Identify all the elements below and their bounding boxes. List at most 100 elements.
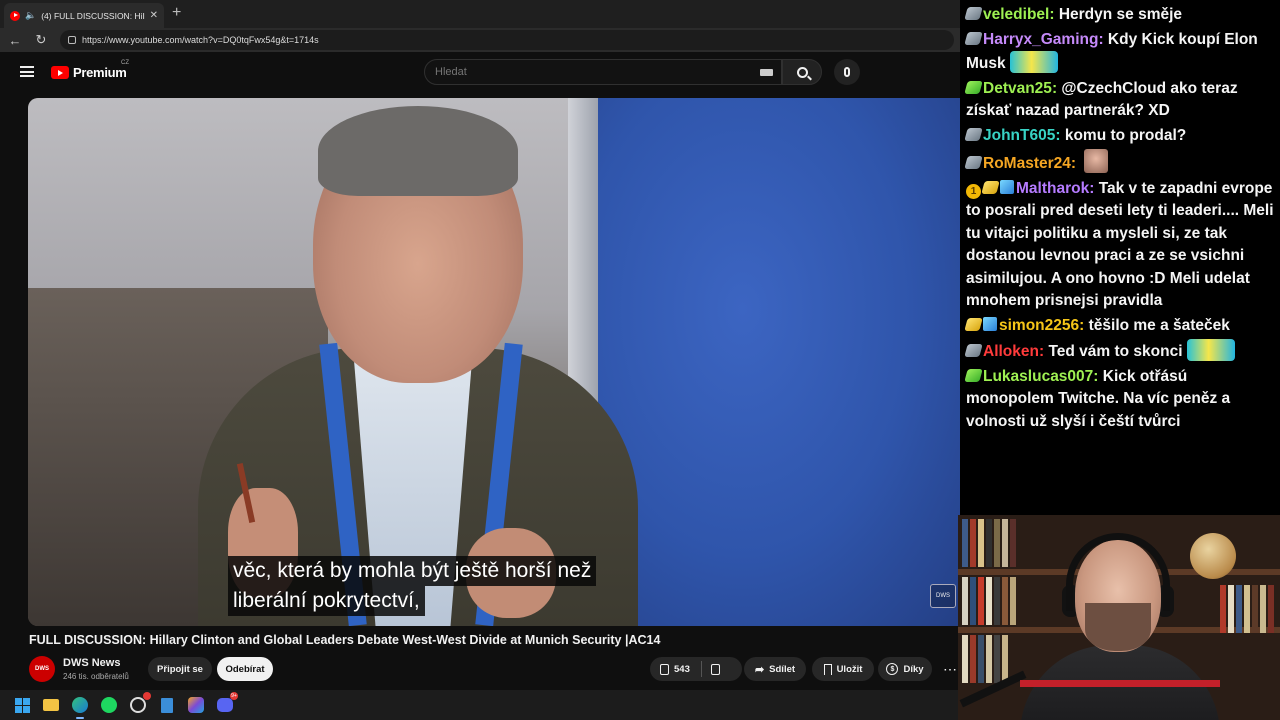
headphones bbox=[1066, 533, 1170, 611]
tab-title: (4) FULL DISCUSSION: Hillary bbox=[41, 10, 145, 21]
speaker-icon[interactable]: 🔈 bbox=[25, 10, 36, 21]
youtube-logo[interactable]: Premium CZ bbox=[51, 60, 129, 80]
edge-button[interactable] bbox=[70, 695, 90, 719]
channel-name[interactable]: DWS News bbox=[63, 657, 120, 669]
chat-username[interactable]: JohnT605 bbox=[983, 127, 1055, 144]
join-button[interactable]: Připojit se bbox=[148, 657, 212, 681]
like-dislike-group: 543 bbox=[650, 657, 742, 681]
grey-badge-icon bbox=[964, 31, 983, 45]
coin-badge-icon: 1 bbox=[966, 183, 981, 199]
chat-username[interactable]: RoMaster24 bbox=[983, 155, 1071, 172]
chat-colon: : bbox=[1079, 316, 1089, 334]
reload-icon[interactable]: ↻ bbox=[34, 32, 48, 48]
chat-text: Tak v te zapadni evrope to posrali pred … bbox=[966, 179, 1274, 310]
notepad-icon bbox=[161, 697, 173, 713]
notification-dot bbox=[143, 692, 151, 700]
site-info-icon[interactable] bbox=[68, 36, 76, 44]
dislike-icon[interactable] bbox=[710, 663, 720, 675]
bookshelf bbox=[962, 519, 1016, 567]
start-button[interactable] bbox=[12, 695, 32, 715]
youtube-play-icon bbox=[51, 66, 69, 79]
thanks-button[interactable]: $ Díky bbox=[878, 657, 932, 681]
chat-message: RoMaster24: bbox=[964, 149, 1274, 176]
voice-search-button[interactable] bbox=[834, 59, 860, 85]
copilot-button[interactable] bbox=[186, 695, 206, 715]
like-count[interactable]: 543 bbox=[674, 664, 690, 675]
like-icon[interactable] bbox=[660, 663, 669, 675]
chat-username[interactable]: Detvan25 bbox=[983, 80, 1052, 97]
share-button[interactable]: ➦ Sdílet bbox=[744, 657, 806, 681]
chat-username[interactable]: simon2256 bbox=[999, 317, 1079, 334]
menu-icon[interactable] bbox=[20, 66, 34, 77]
chat-username[interactable]: Maltharok bbox=[1016, 180, 1089, 197]
green-badge-icon bbox=[964, 368, 983, 382]
browser-tab[interactable]: 🔈 (4) FULL DISCUSSION: Hillary ✕ bbox=[4, 3, 164, 28]
more-actions-button[interactable]: ⋯ bbox=[940, 657, 960, 681]
search-input[interactable] bbox=[435, 66, 735, 78]
globe bbox=[1190, 533, 1236, 579]
grey-badge-icon bbox=[964, 156, 983, 169]
emote-icon bbox=[1186, 339, 1235, 361]
webcam-feed bbox=[958, 515, 1280, 720]
copilot-icon bbox=[188, 697, 204, 713]
chrome-button[interactable] bbox=[128, 692, 151, 715]
chat-message: JohnT605: komu to prodal? bbox=[964, 125, 1274, 148]
edge-icon bbox=[72, 697, 88, 713]
save-button[interactable]: Uložit bbox=[812, 657, 874, 681]
save-label: Uložit bbox=[836, 663, 863, 675]
gold-badge-icon bbox=[981, 180, 1000, 194]
chat-username[interactable]: veledibel bbox=[983, 6, 1049, 23]
bookshelf bbox=[962, 577, 1016, 625]
share-icon: ➦ bbox=[754, 663, 765, 676]
search-icon bbox=[796, 66, 808, 78]
chat-text: Herdyn se směje bbox=[1058, 6, 1183, 23]
speaker-hair bbox=[318, 106, 518, 196]
channel-avatar[interactable]: DWS bbox=[29, 656, 55, 682]
discord-badge: 9+ bbox=[230, 692, 238, 700]
video-title: FULL DISCUSSION: Hillary Clinton and Glo… bbox=[29, 633, 661, 647]
url-text: https://www.youtube.com/watch?v=DQ0tqFwx… bbox=[82, 35, 319, 45]
chat-colon: : bbox=[1055, 126, 1065, 144]
youtube-favicon-icon bbox=[10, 10, 20, 21]
bookshelf bbox=[1220, 585, 1274, 633]
channel-watermark[interactable]: DWS bbox=[930, 584, 956, 608]
thanks-icon: $ bbox=[886, 663, 899, 675]
grey-badge-icon bbox=[964, 7, 983, 20]
chat-username[interactable]: Alloken bbox=[983, 343, 1039, 360]
browser-tab-bar: 🔈 (4) FULL DISCUSSION: Hillary ✕ + bbox=[0, 0, 960, 28]
taskbar: 9+ bbox=[0, 690, 960, 720]
share-label: Sdílet bbox=[769, 663, 796, 675]
chat-panel: veledibel: Herdyn se směje Harryx_Gaming:… bbox=[960, 0, 1280, 515]
microphone-icon bbox=[844, 67, 850, 77]
bookshelf bbox=[962, 635, 1008, 683]
grey-badge-icon bbox=[964, 344, 983, 357]
new-tab-icon[interactable]: + bbox=[172, 4, 181, 22]
green-badge-icon bbox=[964, 80, 983, 94]
video-player[interactable]: věc, která by mohla být ještě horší než … bbox=[28, 98, 960, 626]
discord-icon bbox=[217, 698, 233, 712]
youtube-header: Premium CZ bbox=[0, 52, 960, 92]
chat-message: Detvan25: @CzechCloud ako teraz získať n… bbox=[964, 78, 1274, 123]
chat-message: veledibel: Herdyn se směje bbox=[964, 4, 1274, 27]
chat-colon: : bbox=[1093, 367, 1103, 385]
search-button[interactable] bbox=[782, 59, 822, 85]
chat-colon: : bbox=[1098, 30, 1108, 48]
chat-username[interactable]: Lukaslucas007 bbox=[983, 368, 1093, 385]
search-box[interactable] bbox=[424, 59, 782, 85]
close-tab-icon[interactable]: ✕ bbox=[150, 10, 158, 21]
spotify-button[interactable] bbox=[99, 695, 119, 715]
subscribe-button[interactable]: Odebírat bbox=[217, 657, 273, 681]
spotify-icon bbox=[101, 697, 117, 713]
chat-username[interactable]: Harryx_Gaming bbox=[983, 31, 1098, 48]
discord-button[interactable]: 9+ bbox=[215, 692, 238, 715]
address-bar[interactable]: https://www.youtube.com/watch?v=DQ0tqFwx… bbox=[60, 30, 954, 50]
file-explorer-button[interactable] bbox=[41, 695, 61, 715]
gold-badge-icon bbox=[964, 317, 983, 331]
chat-text: komu to prodal? bbox=[1064, 126, 1187, 144]
keyboard-icon[interactable] bbox=[760, 69, 773, 76]
back-arrow-icon[interactable]: ← bbox=[8, 33, 22, 48]
chat-message: 1 Maltharok: Tak v te zapadni evrope to p… bbox=[966, 178, 1274, 313]
chat-colon: : bbox=[1070, 155, 1081, 172]
notepad-button[interactable] bbox=[157, 695, 177, 715]
logo-text: Premium bbox=[73, 65, 127, 80]
